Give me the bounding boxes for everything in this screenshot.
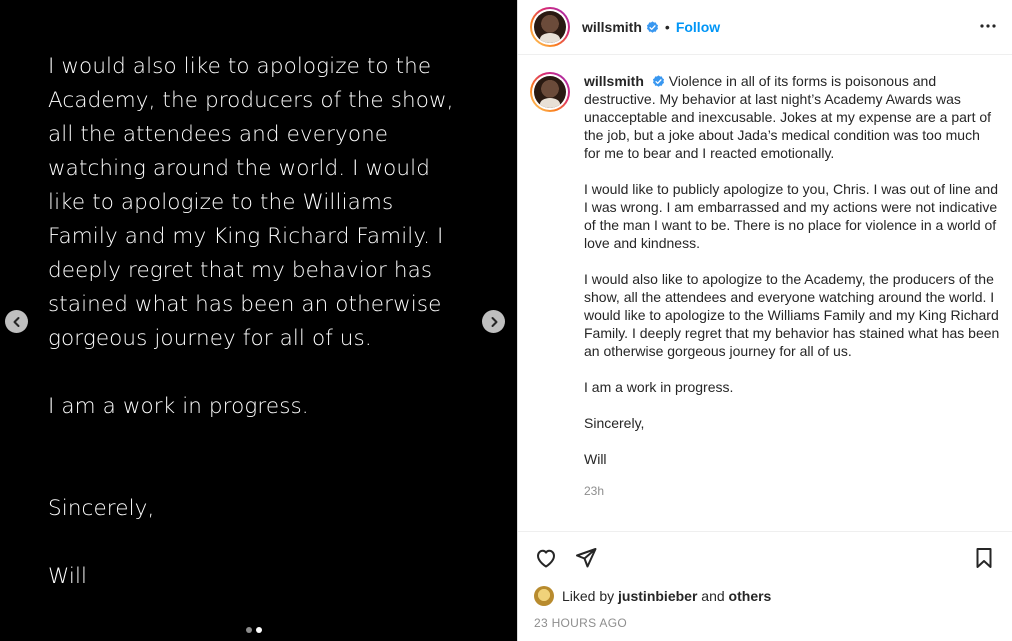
caption-paragraph-1: Violence in all of its forms is poisonou… <box>584 73 992 161</box>
post-timestamp[interactable]: 23 HOURS AGO <box>534 616 996 630</box>
header-separator: • <box>664 19 670 35</box>
save-button[interactable] <box>972 546 996 570</box>
post-header: willsmith • Follow <box>518 0 1012 55</box>
media-paragraph-2: I am a work in progress. <box>48 394 309 419</box>
post-media: I would also like to apologize to the Ac… <box>0 0 517 641</box>
caption-paragraph-6: Will <box>584 451 607 467</box>
like-button[interactable] <box>534 546 558 570</box>
more-options-button[interactable] <box>976 14 1000 38</box>
verified-badge-icon <box>646 20 659 34</box>
media-paragraph-3: Sincerely, <box>48 496 155 521</box>
chevron-left-icon <box>13 316 19 327</box>
media-text: I would also like to apologize to the Ac… <box>48 50 468 594</box>
share-button[interactable] <box>574 546 598 570</box>
avatar-image <box>534 11 566 43</box>
liker-username[interactable]: justinbieber <box>618 588 697 604</box>
action-icons <box>534 532 996 584</box>
post-viewer: I would also like to apologize to the Ac… <box>0 0 1012 641</box>
chevron-right-icon <box>491 316 497 327</box>
likes-and: and <box>701 588 725 604</box>
post-sidebar: willsmith • Follow willsmith Violence in… <box>517 0 1012 641</box>
post-actions: Liked by justinbieber and others 23 HOUR… <box>518 531 1012 641</box>
likes-others-link[interactable]: others <box>729 588 772 604</box>
liker-avatar[interactable] <box>534 586 554 606</box>
caption-paragraph-5: Sincerely, <box>584 415 645 431</box>
paper-plane-icon <box>576 548 597 568</box>
verified-badge-icon <box>652 75 665 88</box>
slide-dot-1 <box>246 627 252 633</box>
heart-icon <box>537 549 555 568</box>
caption-username[interactable]: willsmith <box>584 73 644 89</box>
follow-button[interactable]: Follow <box>676 19 720 35</box>
liked-by-label: Liked by <box>562 588 615 604</box>
caption-area: willsmith Violence in all of its forms i… <box>518 56 1012 530</box>
next-slide-button[interactable] <box>482 310 505 333</box>
caption-paragraph-4: I am a work in progress. <box>584 379 734 395</box>
media-paragraph-1: I would also like to apologize to the Ac… <box>48 54 454 351</box>
caption-avatar-image <box>534 76 566 108</box>
caption-paragraph-2: I would like to publicly apologize to yo… <box>584 181 999 251</box>
caption-timestamp[interactable]: 23h <box>584 482 1000 500</box>
slide-indicator <box>246 627 262 633</box>
header-username[interactable]: willsmith <box>582 19 642 35</box>
likes-summary: Liked by justinbieber and others <box>534 586 996 606</box>
avatar[interactable] <box>530 7 570 47</box>
caption: willsmith Violence in all of its forms i… <box>584 72 1000 530</box>
caption-paragraph-3: I would also like to apologize to the Ac… <box>584 271 1000 359</box>
bookmark-icon <box>976 548 992 568</box>
previous-slide-button[interactable] <box>5 310 28 333</box>
more-options-icon <box>980 24 996 28</box>
slide-dot-2-active <box>256 627 262 633</box>
media-paragraph-4: Will <box>48 564 88 589</box>
caption-avatar[interactable] <box>530 72 570 112</box>
